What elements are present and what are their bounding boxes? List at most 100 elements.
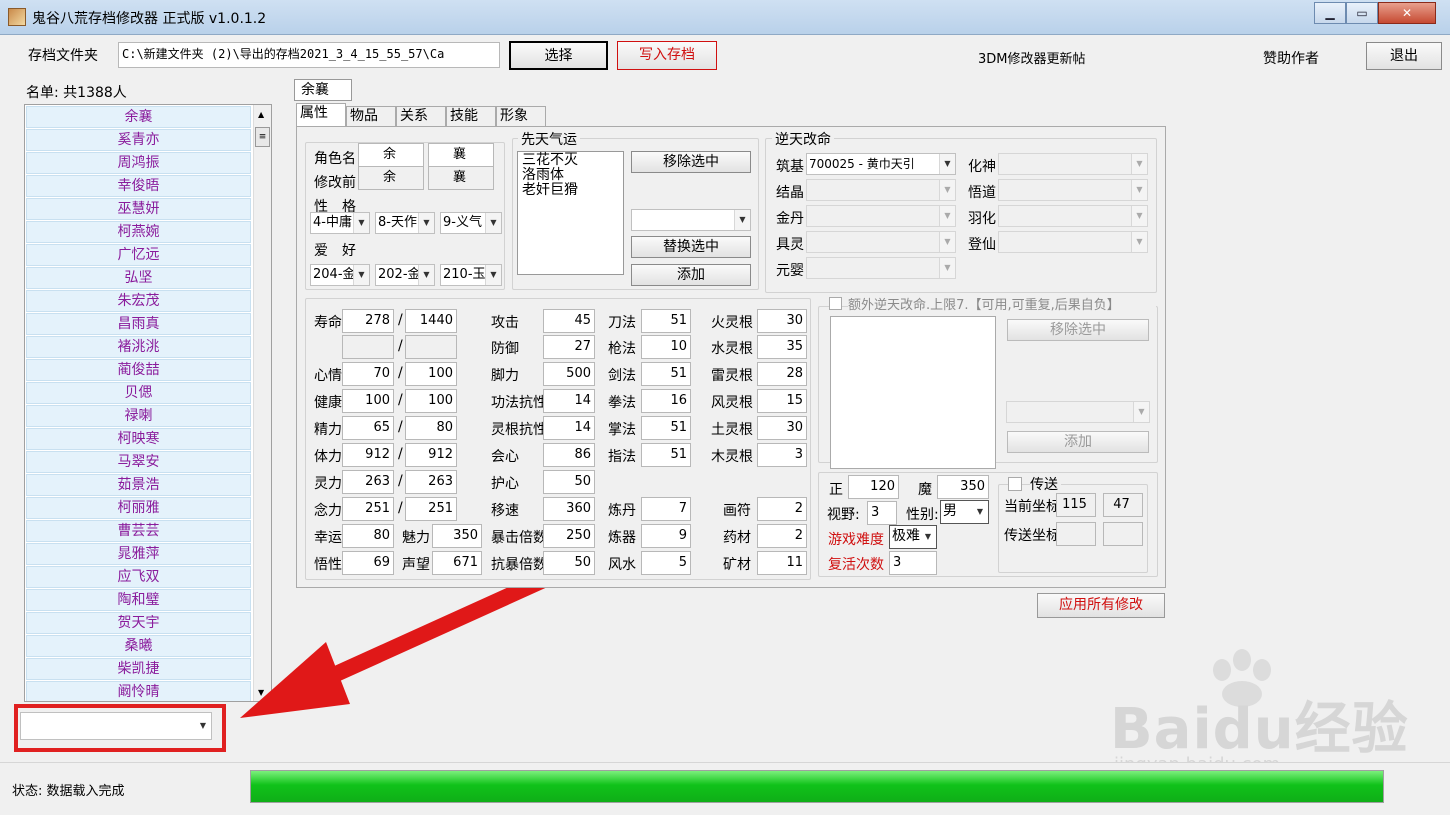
stat-field[interactable]: 50 [543, 551, 595, 575]
roster-item[interactable]: 柴凯捷 [26, 658, 251, 680]
roster-search-combo[interactable]: ▼ [20, 712, 212, 740]
stat-field[interactable]: 251 [405, 497, 457, 521]
stat-field[interactable]: 250 [543, 524, 595, 548]
gender-combo[interactable]: 男 ▼ [940, 500, 989, 524]
stat-field[interactable]: 80 [342, 524, 394, 548]
trait-combo-2[interactable]: 8-天作 ▼ [375, 212, 435, 234]
stat-field[interactable]: 11 [757, 551, 807, 575]
stat-field[interactable]: 30 [757, 416, 807, 440]
roster-item[interactable]: 晁雅萍 [26, 543, 251, 565]
dropdown-arrow-icon[interactable]: ▼ [734, 210, 750, 230]
roster-item[interactable]: 昌雨真 [26, 313, 251, 335]
extra-add-button[interactable]: 添加 [1007, 431, 1149, 453]
stat-field[interactable]: 70 [342, 362, 394, 386]
innate-list[interactable]: 三花不灭 洛雨体 老奸巨猾 [517, 151, 624, 275]
stat-field[interactable]: 45 [543, 309, 595, 333]
stat-field[interactable]: 7 [641, 497, 691, 521]
innate-combo[interactable]: ▼ [631, 209, 751, 231]
stat-field[interactable]: 2 [757, 497, 807, 521]
stat-field[interactable]: 10 [641, 335, 691, 359]
tab-3[interactable]: 技能 [446, 106, 496, 126]
dropdown-arrow-icon[interactable]: ▼ [195, 713, 211, 739]
stat-field[interactable]: 671 [432, 551, 482, 575]
dropdown-arrow-icon[interactable]: ▼ [353, 213, 369, 233]
sponsor-link[interactable]: 赞助作者 [1263, 48, 1319, 68]
stat-field[interactable]: 69 [342, 551, 394, 575]
stat-field[interactable]: 30 [757, 309, 807, 333]
roster-item[interactable]: 曹芸芸 [26, 520, 251, 542]
stat-field[interactable]: 86 [543, 443, 595, 467]
name-last-field[interactable]: 襄 [428, 143, 494, 167]
tab-1[interactable]: 物品 [346, 106, 396, 126]
roster-item[interactable]: 禄喇 [26, 405, 251, 427]
extra-remove-button[interactable]: 移除选中 [1007, 319, 1149, 341]
stat-field[interactable]: 50 [543, 470, 595, 494]
stat-field[interactable]: 16 [641, 389, 691, 413]
difficulty-combo[interactable]: 极难 ▼ [889, 525, 937, 549]
dropdown-arrow-icon[interactable]: ▼ [972, 501, 988, 523]
innate-item[interactable]: 洛雨体 [522, 168, 619, 183]
name-first-field[interactable]: 余 [358, 143, 424, 167]
trait-combo-1[interactable]: 4-中庸 ▼ [310, 212, 370, 234]
trait-combo-3[interactable]: 9-义气 ▼ [440, 212, 502, 234]
stat-field[interactable]: 51 [641, 362, 691, 386]
dropdown-arrow-icon[interactable]: ▼ [1133, 402, 1149, 422]
stat-field[interactable]: 912 [405, 443, 457, 467]
roster-item[interactable]: 阚怜晴 [26, 681, 251, 701]
stat-field[interactable]: 278 [342, 309, 394, 333]
close-button[interactable]: ✕ [1378, 2, 1436, 24]
minimize-button[interactable]: ▁ [1314, 2, 1346, 24]
stat-field[interactable]: 263 [405, 470, 457, 494]
roster-item[interactable]: 贺天宇 [26, 612, 251, 634]
extra-fate-combo[interactable]: ▼ [1006, 401, 1150, 423]
stat-field[interactable]: 263 [342, 470, 394, 494]
dropdown-arrow-icon[interactable]: ▼ [939, 232, 955, 252]
roster-item[interactable]: 奚青亦 [26, 129, 251, 151]
stat-field[interactable]: 35 [757, 335, 807, 359]
stat-field[interactable]: 51 [641, 309, 691, 333]
stat-field[interactable]: 15 [757, 389, 807, 413]
dropdown-arrow-icon[interactable]: ▼ [939, 258, 955, 278]
dropdown-arrow-icon[interactable]: ▼ [1131, 232, 1147, 252]
zheng-field[interactable]: 120 [848, 475, 899, 499]
stat-field[interactable]: 65 [342, 416, 394, 440]
dropdown-arrow-icon[interactable]: ▼ [485, 265, 501, 285]
roster-item[interactable]: 蔺俊喆 [26, 359, 251, 381]
teleport-checkbox[interactable] [1008, 477, 1022, 491]
stat-field[interactable]: 350 [432, 524, 482, 548]
dropdown-arrow-icon[interactable]: ▼ [485, 213, 501, 233]
huashen-combo[interactable]: ▼ [998, 153, 1148, 175]
stat-field[interactable]: 2 [757, 524, 807, 548]
jiejing-combo[interactable]: ▼ [806, 179, 956, 201]
dropdown-arrow-icon[interactable]: ▼ [353, 265, 369, 285]
stat-field[interactable]: 80 [405, 416, 457, 440]
write-save-button[interactable]: 写入存档 [617, 41, 717, 70]
dropdown-arrow-icon[interactable]: ▼ [418, 213, 434, 233]
selected-char-tab[interactable]: 余襄 [294, 79, 352, 101]
shiye-field[interactable]: 3 [867, 501, 897, 525]
maximize-button[interactable]: ▭ [1346, 2, 1378, 24]
dropdown-arrow-icon[interactable]: ▼ [939, 154, 955, 174]
stat-field[interactable]: 27 [543, 335, 595, 359]
roster-item[interactable]: 巫慧妍 [26, 198, 251, 220]
target-y-field[interactable] [1103, 522, 1143, 546]
stat-field[interactable]: 51 [641, 416, 691, 440]
tab-4[interactable]: 形象 [496, 106, 546, 126]
stat-field[interactable]: 5 [641, 551, 691, 575]
roster-item[interactable]: 应飞双 [26, 566, 251, 588]
roster-item[interactable]: 柯燕婉 [26, 221, 251, 243]
apply-all-button[interactable]: 应用所有修改 [1037, 593, 1165, 618]
stat-field[interactable]: 1440 [405, 309, 457, 333]
roster-item[interactable]: 弘坚 [26, 267, 251, 289]
stat-field[interactable]: 3 [757, 443, 807, 467]
roster-item[interactable]: 柯映寒 [26, 428, 251, 450]
wudao-combo[interactable]: ▼ [998, 179, 1148, 201]
select-folder-button[interactable]: 选择 [509, 41, 608, 70]
dropdown-arrow-icon[interactable]: ▼ [1131, 180, 1147, 200]
dropdown-arrow-icon[interactable]: ▼ [939, 206, 955, 226]
dropdown-arrow-icon[interactable]: ▼ [920, 526, 936, 548]
innate-item[interactable]: 老奸巨猾 [522, 183, 619, 198]
stat-field[interactable]: 360 [543, 497, 595, 521]
innate-remove-button[interactable]: 移除选中 [631, 151, 751, 173]
tab-2[interactable]: 关系 [396, 106, 446, 126]
